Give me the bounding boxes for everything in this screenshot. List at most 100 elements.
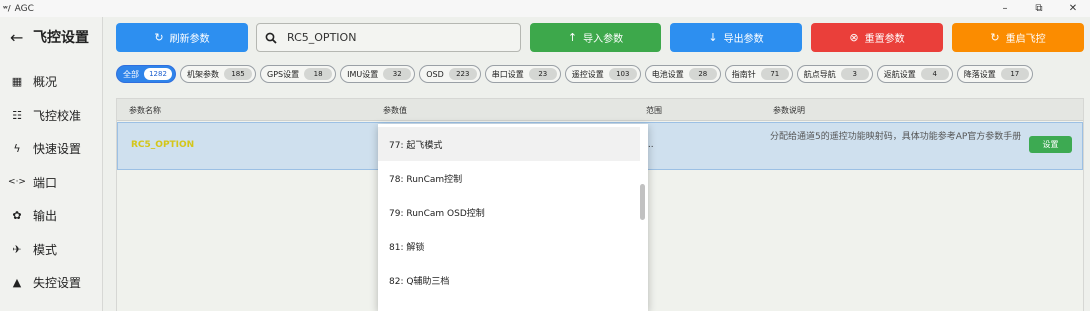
search-icon bbox=[265, 32, 277, 44]
chip-label: IMU设置 bbox=[347, 69, 379, 79]
param-value-dropdown: 77: 起飞模式 78: RunCam控制 79: RunCam OSD控制 8… bbox=[378, 124, 648, 311]
chip-label: 机架参数 bbox=[187, 69, 219, 79]
window-controls: – ⧉ ✕ bbox=[988, 0, 1090, 17]
param-description: 分配给通道5的遥控功能映射码，具体功能参考AP官方参数手册 bbox=[770, 132, 1022, 142]
chip-label: 全部 bbox=[123, 69, 139, 79]
sliders-icon: ☷ bbox=[12, 108, 22, 122]
column-header-desc: 参数说明 bbox=[773, 106, 805, 115]
sidebar-item-ports[interactable]: <·> 端口 bbox=[8, 171, 58, 193]
sidebar-item-label: 端口 bbox=[33, 175, 58, 190]
chip-count: 223 bbox=[448, 68, 477, 80]
chip-count: 17 bbox=[1000, 68, 1029, 80]
chip-count: 1282 bbox=[144, 68, 172, 80]
sidebar-item-label: 概况 bbox=[33, 74, 58, 89]
chip-count: 28 bbox=[688, 68, 717, 80]
dropdown-option[interactable]: 78: RunCam控制 bbox=[378, 161, 640, 195]
chip-count: 4 bbox=[920, 68, 949, 80]
category-chip-battery[interactable]: 电池设置 28 bbox=[644, 65, 721, 83]
chip-count: 18 bbox=[304, 68, 333, 80]
category-chip-gps[interactable]: GPS设置 18 bbox=[260, 65, 337, 83]
chip-count: 103 bbox=[608, 68, 637, 80]
warning-icon: ▲ bbox=[12, 275, 22, 289]
sidebar-item-label: 模式 bbox=[33, 242, 58, 257]
sidebar: ← 飞控设置 ▦ 概况 ☷ 飞控校准 ϟ 快速设置 <·> 端口 ✿ 输出 ✈ … bbox=[0, 17, 103, 311]
reboot-icon: ↻ bbox=[990, 31, 1000, 44]
maximize-button[interactable]: ⧉ bbox=[1022, 0, 1056, 17]
sidebar-item-label: 失控设置 bbox=[33, 275, 82, 290]
column-header-value: 参数值 bbox=[383, 106, 407, 115]
chip-label: OSD bbox=[426, 69, 444, 79]
category-chip-landing[interactable]: 降落设置 17 bbox=[956, 65, 1033, 83]
export-params-button[interactable]: ↓ 导出参数 bbox=[670, 23, 802, 52]
category-chip-rtl[interactable]: 返航设置 4 bbox=[876, 65, 953, 83]
search-value: RC5_OPTION bbox=[287, 31, 357, 44]
title-bar: ʷ/ AGC – ⧉ ✕ bbox=[0, 0, 1090, 17]
chip-label: 返航设置 bbox=[883, 69, 916, 79]
sidebar-item-output[interactable]: ✿ 输出 bbox=[10, 204, 57, 226]
window-title: AGC bbox=[14, 3, 34, 14]
category-chip-compass[interactable]: 指南针 71 bbox=[724, 65, 793, 83]
param-name: RC5_OPTION bbox=[131, 140, 195, 150]
chip-count: 32 bbox=[383, 68, 412, 80]
app-logo-icon: ʷ/ bbox=[3, 4, 11, 13]
sidebar-item-label: 飞控校准 bbox=[33, 108, 82, 123]
chip-count: 71 bbox=[760, 68, 789, 80]
category-chip-imu[interactable]: IMU设置 32 bbox=[340, 65, 416, 83]
category-chip-all[interactable]: 全部 1282 bbox=[116, 65, 176, 83]
set-param-button[interactable]: 设置 bbox=[1029, 136, 1072, 153]
gear-icon: ✿ bbox=[12, 208, 22, 222]
chip-label: 指南针 bbox=[731, 69, 756, 79]
chip-count: 23 bbox=[528, 68, 557, 80]
export-params-label: 导出参数 bbox=[723, 34, 764, 45]
table-header: 参数名称 参数值 范围 参数说明 bbox=[117, 99, 1083, 121]
column-header-range: 范围 bbox=[646, 106, 662, 115]
column-header-name: 参数名称 bbox=[129, 106, 161, 115]
category-chip-frame[interactable]: 机架参数 185 bbox=[180, 65, 256, 83]
category-chip-osd[interactable]: OSD 223 bbox=[419, 65, 481, 83]
chip-label: 遥控设置 bbox=[571, 69, 604, 79]
dropdown-option[interactable]: 77: 起飞模式 bbox=[378, 127, 640, 161]
sidebar-header: ← 飞控设置 bbox=[10, 27, 89, 47]
close-button[interactable]: ✕ bbox=[1056, 0, 1090, 17]
category-chip-serial[interactable]: 串口设置 23 bbox=[484, 65, 561, 83]
sidebar-item-quick-setup[interactable]: ϟ 快速设置 bbox=[10, 137, 81, 159]
dropdown-option[interactable]: 79: RunCam OSD控制 bbox=[378, 195, 640, 229]
refresh-params-button[interactable]: ↻ 刷新参数 bbox=[116, 23, 248, 52]
reset-params-label: 重置参数 bbox=[864, 34, 905, 45]
chip-label: GPS设置 bbox=[267, 69, 300, 79]
sidebar-title: 飞控设置 bbox=[33, 30, 89, 46]
arrow-up-icon: ↑ bbox=[567, 31, 578, 44]
refresh-icon: ↻ bbox=[154, 31, 164, 44]
chip-label: 航点导航 bbox=[803, 69, 836, 79]
chip-label: 电池设置 bbox=[651, 69, 684, 79]
minimize-button[interactable]: – bbox=[988, 0, 1022, 17]
reset-params-button[interactable]: ⊗ 重置参数 bbox=[811, 23, 943, 52]
import-params-button[interactable]: ↑ 导入参数 bbox=[530, 23, 661, 52]
sidebar-item-label: 快速设置 bbox=[33, 141, 82, 156]
dropdown-scrollbar[interactable] bbox=[640, 184, 645, 220]
import-params-label: 导入参数 bbox=[583, 34, 624, 45]
airplane-icon: ✈ bbox=[12, 242, 22, 256]
category-chip-rc[interactable]: 遥控设置 103 bbox=[564, 65, 641, 83]
arrow-down-icon: ↓ bbox=[708, 31, 718, 44]
lightning-icon: ϟ bbox=[13, 141, 21, 155]
dropdown-option[interactable]: 82: Q辅助三档 bbox=[378, 263, 640, 297]
chip-label: 降落设置 bbox=[963, 69, 996, 79]
sidebar-item-label: 输出 bbox=[33, 208, 58, 223]
port-icon: <·> bbox=[8, 177, 26, 187]
reset-icon: ⊗ bbox=[849, 31, 859, 44]
reboot-fc-label: 重启飞控 bbox=[1005, 34, 1046, 45]
sidebar-item-overview[interactable]: ▦ 概况 bbox=[10, 70, 57, 92]
sidebar-item-modes[interactable]: ✈ 模式 bbox=[10, 238, 57, 260]
reboot-fc-button[interactable]: ↻ 重启飞控 bbox=[952, 23, 1084, 52]
chip-label: 串口设置 bbox=[491, 69, 524, 79]
refresh-params-label: 刷新参数 bbox=[169, 34, 210, 45]
back-arrow-icon[interactable]: ← bbox=[10, 28, 30, 47]
sidebar-item-failsafe[interactable]: ▲ 失控设置 bbox=[10, 271, 81, 293]
dropdown-option[interactable]: 81: 解锁 bbox=[378, 229, 640, 263]
chip-count: 185 bbox=[224, 68, 252, 80]
sidebar-item-calibration[interactable]: ☷ 飞控校准 bbox=[10, 104, 81, 126]
category-chip-waypoint[interactable]: 航点导航 3 bbox=[796, 65, 873, 83]
search-input[interactable]: RC5_OPTION bbox=[256, 23, 521, 52]
category-filter-bar: 全部 1282 机架参数 185 GPS设置 18 IMU设置 32 OSD 2… bbox=[116, 65, 1037, 83]
